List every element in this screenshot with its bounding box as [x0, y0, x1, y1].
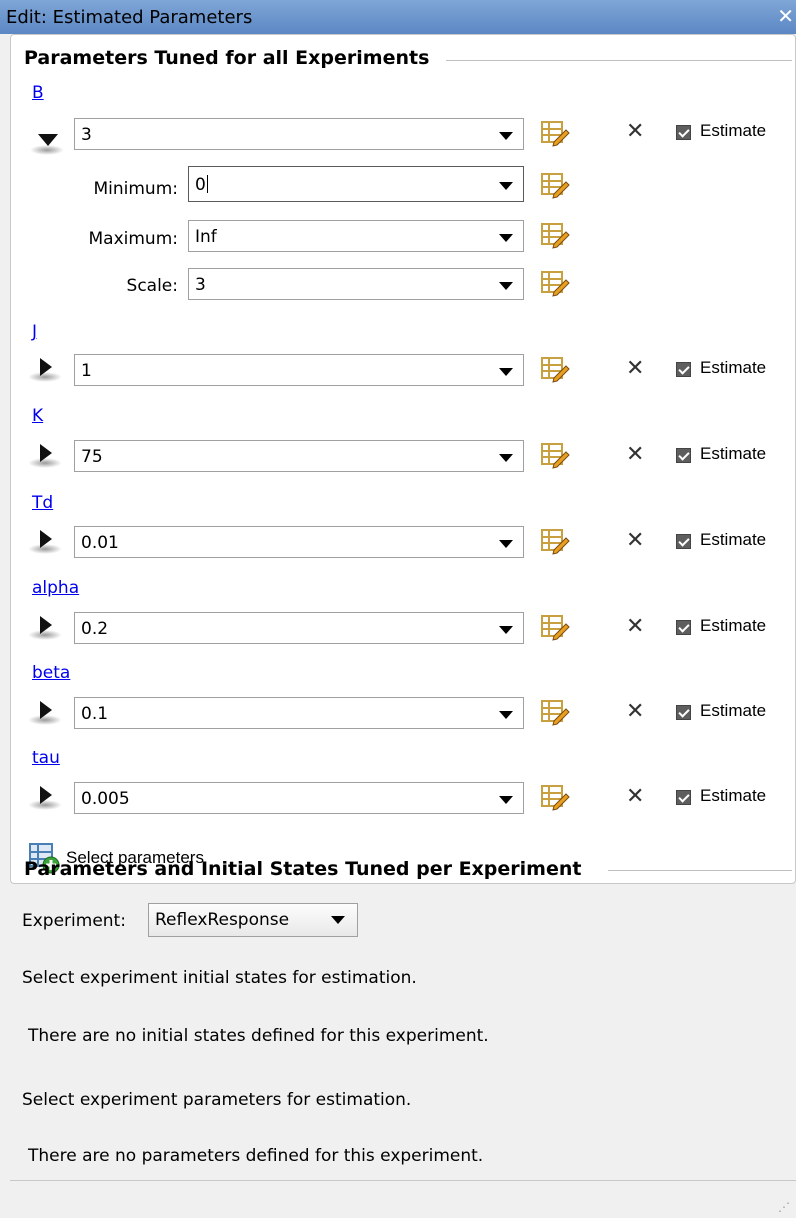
- table-edit-icon[interactable]: [540, 612, 570, 642]
- param-value: 1: [81, 361, 92, 381]
- param-value: 0.1: [81, 704, 109, 724]
- dropdown-arrow-icon[interactable]: [499, 132, 513, 140]
- remove-x-icon[interactable]: ✕: [626, 528, 644, 553]
- heading-rule: [608, 870, 792, 871]
- param-value-combo-beta[interactable]: 0.1: [74, 697, 524, 729]
- param-link-alpha[interactable]: alpha: [32, 578, 79, 598]
- close-icon[interactable]: ✕: [777, 4, 794, 28]
- title-bar: Edit: Estimated Parameters ✕: [0, 0, 796, 34]
- param-link-b[interactable]: B: [32, 83, 44, 103]
- dropdown-arrow-icon[interactable]: [499, 282, 513, 290]
- table-edit-icon[interactable]: [540, 782, 570, 812]
- dropdown-arrow-icon[interactable]: [499, 711, 513, 719]
- minimum-combo[interactable]: 0: [188, 166, 524, 202]
- remove-x-icon[interactable]: ✕: [626, 119, 644, 144]
- maximum-combo[interactable]: Inf: [188, 220, 524, 252]
- expand-arrow-icon[interactable]: [40, 701, 52, 719]
- param-value: 0.2: [81, 619, 109, 639]
- table-edit-icon[interactable]: [540, 697, 570, 727]
- dropdown-arrow-icon[interactable]: [499, 796, 513, 804]
- estimate-checkbox[interactable]: [676, 448, 691, 463]
- table-edit-icon[interactable]: [540, 440, 570, 470]
- param-value-combo-k[interactable]: 75: [74, 440, 524, 472]
- param-value-combo-b[interactable]: 3: [74, 118, 524, 150]
- arrow-shadow: [30, 145, 64, 155]
- param-value-combo-tau[interactable]: 0.005: [74, 782, 524, 814]
- tuned-all-heading: Parameters Tuned for all Experiments: [24, 47, 430, 69]
- param-value-combo-j[interactable]: 1: [74, 354, 524, 386]
- estimate-label: Estimate: [700, 616, 767, 635]
- param-value: 75: [81, 447, 103, 467]
- maximum-label: Maximum:: [88, 229, 179, 249]
- status-bar-divider: [10, 1180, 796, 1181]
- estimate-checkbox[interactable]: [676, 534, 691, 549]
- minimum-value: 0: [195, 175, 208, 195]
- estimate-checkbox[interactable]: [676, 705, 691, 720]
- resize-grip-icon[interactable]: ⋰: [778, 1200, 790, 1214]
- dropdown-arrow-icon[interactable]: [499, 454, 513, 462]
- estimate-checkbox[interactable]: [676, 790, 691, 805]
- expand-arrow-icon[interactable]: [40, 786, 52, 804]
- dropdown-arrow-icon[interactable]: [499, 626, 513, 634]
- expand-arrow-icon[interactable]: [40, 358, 52, 376]
- param-value: 3: [81, 125, 92, 145]
- remove-x-icon[interactable]: ✕: [626, 614, 644, 639]
- table-edit-icon[interactable]: [540, 354, 570, 384]
- param-value-combo-td[interactable]: 0.01: [74, 526, 524, 558]
- expand-arrow-icon[interactable]: [40, 616, 52, 634]
- dropdown-arrow-icon[interactable]: [331, 916, 345, 924]
- param-value: 0.005: [81, 789, 130, 809]
- estimate-label: Estimate: [700, 121, 767, 140]
- experiment-select[interactable]: ReflexResponse: [148, 903, 358, 937]
- scale-label: Scale:: [126, 276, 178, 296]
- estimate-label: Estimate: [700, 444, 767, 463]
- window-title: Edit: Estimated Parameters: [6, 7, 253, 28]
- estimate-label: Estimate: [700, 701, 767, 720]
- experiment-label: Experiment:: [22, 911, 126, 931]
- params-message: There are no parameters defined for this…: [28, 1146, 484, 1166]
- expand-arrow-icon[interactable]: [40, 530, 52, 548]
- table-edit-icon[interactable]: [540, 118, 570, 148]
- params-prompt: Select experiment parameters for estimat…: [22, 1090, 412, 1110]
- remove-x-icon[interactable]: ✕: [626, 442, 644, 467]
- estimate-label: Estimate: [700, 530, 767, 549]
- table-edit-icon[interactable]: [540, 268, 570, 298]
- dropdown-arrow-icon[interactable]: [499, 368, 513, 376]
- dropdown-arrow-icon[interactable]: [499, 540, 513, 548]
- table-edit-icon[interactable]: [540, 220, 570, 250]
- states-prompt: Select experiment initial states for est…: [22, 968, 417, 988]
- scale-combo[interactable]: 3: [188, 268, 524, 300]
- remove-x-icon[interactable]: ✕: [626, 699, 644, 724]
- param-link-j[interactable]: J: [32, 322, 37, 342]
- estimate-label: Estimate: [700, 358, 767, 377]
- maximum-value: Inf: [195, 227, 217, 247]
- table-edit-icon[interactable]: [540, 526, 570, 556]
- states-message: There are no initial states defined for …: [28, 1026, 489, 1046]
- estimate-label: Estimate: [700, 786, 767, 805]
- minimum-label: Minimum:: [93, 179, 178, 199]
- param-value: 0.01: [81, 533, 119, 553]
- remove-x-icon[interactable]: ✕: [626, 356, 644, 381]
- param-value-combo-alpha[interactable]: 0.2: [74, 612, 524, 644]
- dropdown-arrow-icon[interactable]: [499, 182, 513, 190]
- table-edit-icon[interactable]: [540, 170, 570, 200]
- remove-x-icon[interactable]: ✕: [626, 784, 644, 809]
- estimate-checkbox[interactable]: [676, 362, 691, 377]
- param-link-td[interactable]: Td: [32, 493, 53, 513]
- collapse-arrow-icon[interactable]: [38, 134, 58, 146]
- estimate-checkbox[interactable]: [676, 620, 691, 635]
- experiment-value: ReflexResponse: [155, 910, 290, 930]
- param-link-k[interactable]: K: [32, 406, 43, 426]
- param-link-beta[interactable]: beta: [32, 663, 70, 683]
- param-link-tau[interactable]: tau: [32, 748, 60, 768]
- scale-value: 3: [195, 275, 206, 295]
- estimate-checkbox[interactable]: [676, 125, 691, 140]
- dropdown-arrow-icon[interactable]: [499, 234, 513, 242]
- expand-arrow-icon[interactable]: [40, 444, 52, 462]
- per-experiment-heading: Parameters and Initial States Tuned per …: [24, 858, 582, 880]
- heading-rule: [446, 60, 792, 61]
